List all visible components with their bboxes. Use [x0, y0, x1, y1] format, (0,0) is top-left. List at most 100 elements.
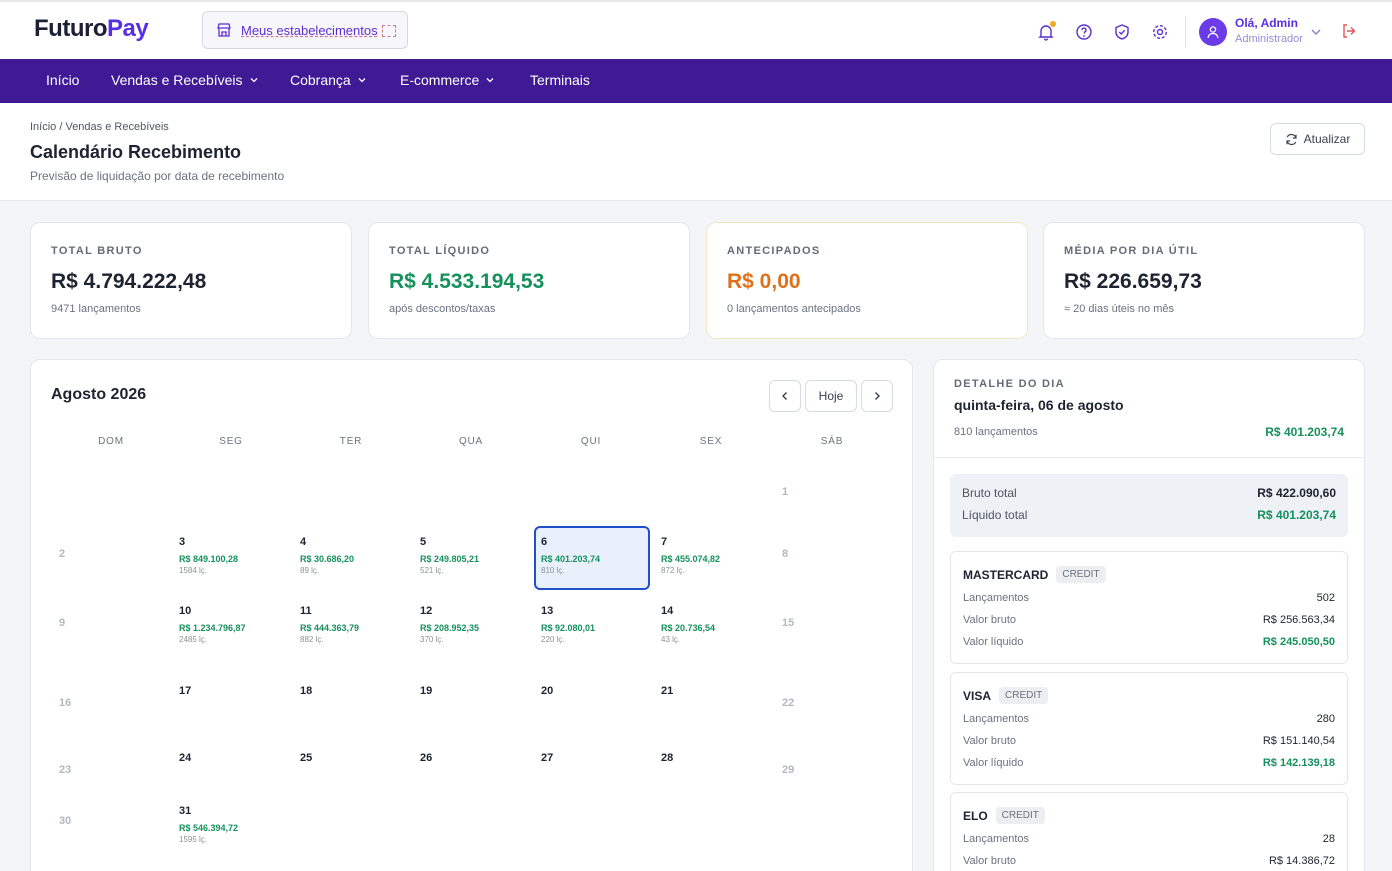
calendar-day[interactable]: 3 R$ 849.100,28 1584 lç.	[179, 536, 295, 575]
weekday-label: DOM	[98, 436, 124, 447]
nav-ecommerce[interactable]: E-commerce	[400, 72, 495, 88]
calendar-day[interactable]: 29	[782, 764, 898, 776]
row-label: Valor bruto	[963, 614, 1016, 626]
day-number: 10	[179, 605, 192, 617]
calendar-day[interactable]: 21	[661, 685, 777, 697]
avatar[interactable]	[1199, 18, 1227, 46]
breadcrumb[interactable]: Início / Vendas e Recebíveis	[30, 121, 169, 133]
calendar-day[interactable]: 5 R$ 249.805,21 521 lç.	[420, 536, 536, 575]
nav-vendas[interactable]: Vendas e Recebíveis	[111, 72, 259, 88]
calendar-day[interactable]: 16	[59, 697, 175, 709]
brand-tag: CREDIT	[1056, 566, 1106, 583]
calendar-day[interactable]: 11 R$ 444.363,79 882 lç.	[300, 605, 416, 644]
row-label: Valor bruto	[963, 735, 1016, 747]
calendar-day[interactable]: 28	[661, 752, 777, 764]
calendar-day[interactable]: 31 R$ 546.394,72 1595 lç.	[179, 805, 295, 844]
day-number: 25	[300, 752, 313, 764]
today-button[interactable]: Hoje	[805, 380, 857, 412]
day-count: 43 lç.	[661, 635, 681, 644]
calendar-day[interactable]: 27	[541, 752, 657, 764]
calendar-day[interactable]: 6 R$ 401.203,74 810 lç.	[534, 526, 650, 590]
gear-icon[interactable]	[1151, 23, 1169, 41]
calendar-day[interactable]: 1	[782, 486, 898, 498]
user-greeting[interactable]: Olá, Admin	[1235, 16, 1298, 30]
kpi-label: MÉDIA POR DIA ÚTIL	[1064, 245, 1199, 257]
logout-icon[interactable]	[1341, 23, 1357, 39]
day-number: 17	[179, 685, 192, 697]
establishment-selector[interactable]: Meus estabelecimentos	[202, 11, 408, 49]
day-count: 220 lç.	[541, 635, 565, 644]
calendar-day[interactable]: 22	[782, 697, 898, 709]
notification-dot	[1050, 21, 1056, 27]
day-number: 9	[59, 617, 66, 629]
calendar-day[interactable]: 20	[541, 685, 657, 697]
day-count: 1595 lç.	[179, 835, 208, 844]
help-icon[interactable]	[1075, 23, 1093, 41]
page-subtitle: Previsão de liquidação por data de receb…	[30, 169, 285, 183]
calendar-day[interactable]: 14 R$ 20.736,54 43 lç.	[661, 605, 777, 644]
row-label: Valor líquido	[963, 757, 1024, 769]
logo[interactable]: FuturoPay	[34, 15, 149, 43]
kpi-label: TOTAL BRUTO	[51, 245, 143, 257]
row-label: Valor bruto	[963, 855, 1016, 867]
bruto-label: Bruto total	[962, 486, 1017, 500]
page-header: Início / Vendas e Recebíveis Calendário …	[0, 103, 1392, 201]
nav-inicio[interactable]: Início	[46, 72, 79, 88]
kpi-card-total-bruto: TOTAL BRUTO R$ 4.794.222,48 9471 lançame…	[30, 222, 352, 339]
brand-tag: CREDIT	[995, 807, 1045, 824]
day-number: 26	[420, 752, 433, 764]
calendar-day[interactable]: 2	[59, 548, 175, 560]
chevron-down-icon	[358, 78, 366, 83]
kpi-sub: ≈ 20 dias úteis no mês	[1064, 303, 1174, 315]
chevron-down-icon[interactable]	[1310, 26, 1322, 38]
nav-label: Cobrança	[290, 72, 351, 88]
calendar-day[interactable]: 25	[300, 752, 416, 764]
calendar-day[interactable]: 18	[300, 685, 416, 697]
day-number: 19	[420, 685, 433, 697]
row-value: R$ 151.140,54	[1262, 735, 1335, 747]
calendar-day[interactable]: 17	[179, 685, 295, 697]
calendar-day[interactable]: 15	[782, 617, 898, 629]
calendar-day[interactable]: 30	[59, 815, 175, 827]
day-amount: R$ 849.100,28	[179, 554, 239, 564]
calendar-day[interactable]: 19	[420, 685, 536, 697]
calendar-day[interactable]: 23	[59, 764, 175, 776]
day-number: 16	[59, 697, 72, 709]
day-detail-panel: DETALHE DO DIA quinta-feira, 06 de agost…	[933, 359, 1365, 871]
shield-icon[interactable]	[1113, 23, 1131, 41]
calendar-day[interactable]: 26	[420, 752, 536, 764]
nav-terminais[interactable]: Terminais	[530, 72, 590, 88]
brand-card-mastercard: MASTERCARD CREDIT Lançamentos 502 Valor br…	[950, 551, 1348, 664]
chevron-down-icon	[382, 25, 396, 37]
weekday-label: SEX	[699, 436, 723, 447]
kpi-sub: após descontos/taxas	[389, 303, 496, 315]
calendar-day[interactable]: 12 R$ 208.952,35 370 lç.	[420, 605, 536, 644]
calendar-day[interactable]: 4 R$ 30.686,20 89 lç.	[300, 536, 416, 575]
row-value: R$ 14.386,72	[1268, 855, 1335, 867]
calendar-day[interactable]: 8	[782, 548, 898, 560]
refresh-label: Atualizar	[1303, 132, 1351, 146]
next-month-button[interactable]	[861, 380, 893, 412]
day-count: 89 lç.	[300, 566, 320, 575]
day-amount: R$ 208.952,35	[420, 623, 480, 633]
logo-part-2: Pay	[106, 15, 149, 42]
nav-label: Início	[46, 72, 80, 88]
kpi-card-antecipados: ANTECIPADOS R$ 0,00 0 lançamentos anteci…	[706, 222, 1028, 339]
day-amount: R$ 401.203,74	[541, 554, 601, 564]
detail-totals: Bruto total R$ 422.090,60 Líquido total R$…	[950, 474, 1348, 537]
refresh-button[interactable]: Atualizar	[1270, 123, 1365, 155]
prev-month-button[interactable]	[769, 380, 801, 412]
page-title: Calendário Recebimento	[30, 142, 242, 162]
day-number: 14	[661, 605, 674, 617]
calendar-day[interactable]: 7 R$ 455.074,82 872 lç.	[661, 536, 777, 575]
day-number: 6	[541, 536, 548, 548]
calendar-day[interactable]: 24	[179, 752, 295, 764]
calendar-day[interactable]: 9	[59, 617, 175, 629]
day-amount: R$ 546.394,72	[179, 823, 239, 833]
day-number: 13	[541, 605, 554, 617]
day-count: 2485 lç.	[179, 635, 208, 644]
weekday-label: SEG	[219, 436, 243, 447]
nav-cobranca[interactable]: Cobrança	[290, 72, 367, 88]
calendar-day[interactable]: 10 R$ 1.234.796,87 2485 lç.	[179, 605, 295, 644]
calendar-day[interactable]: 13 R$ 92.080,01 220 lç.	[541, 605, 657, 644]
